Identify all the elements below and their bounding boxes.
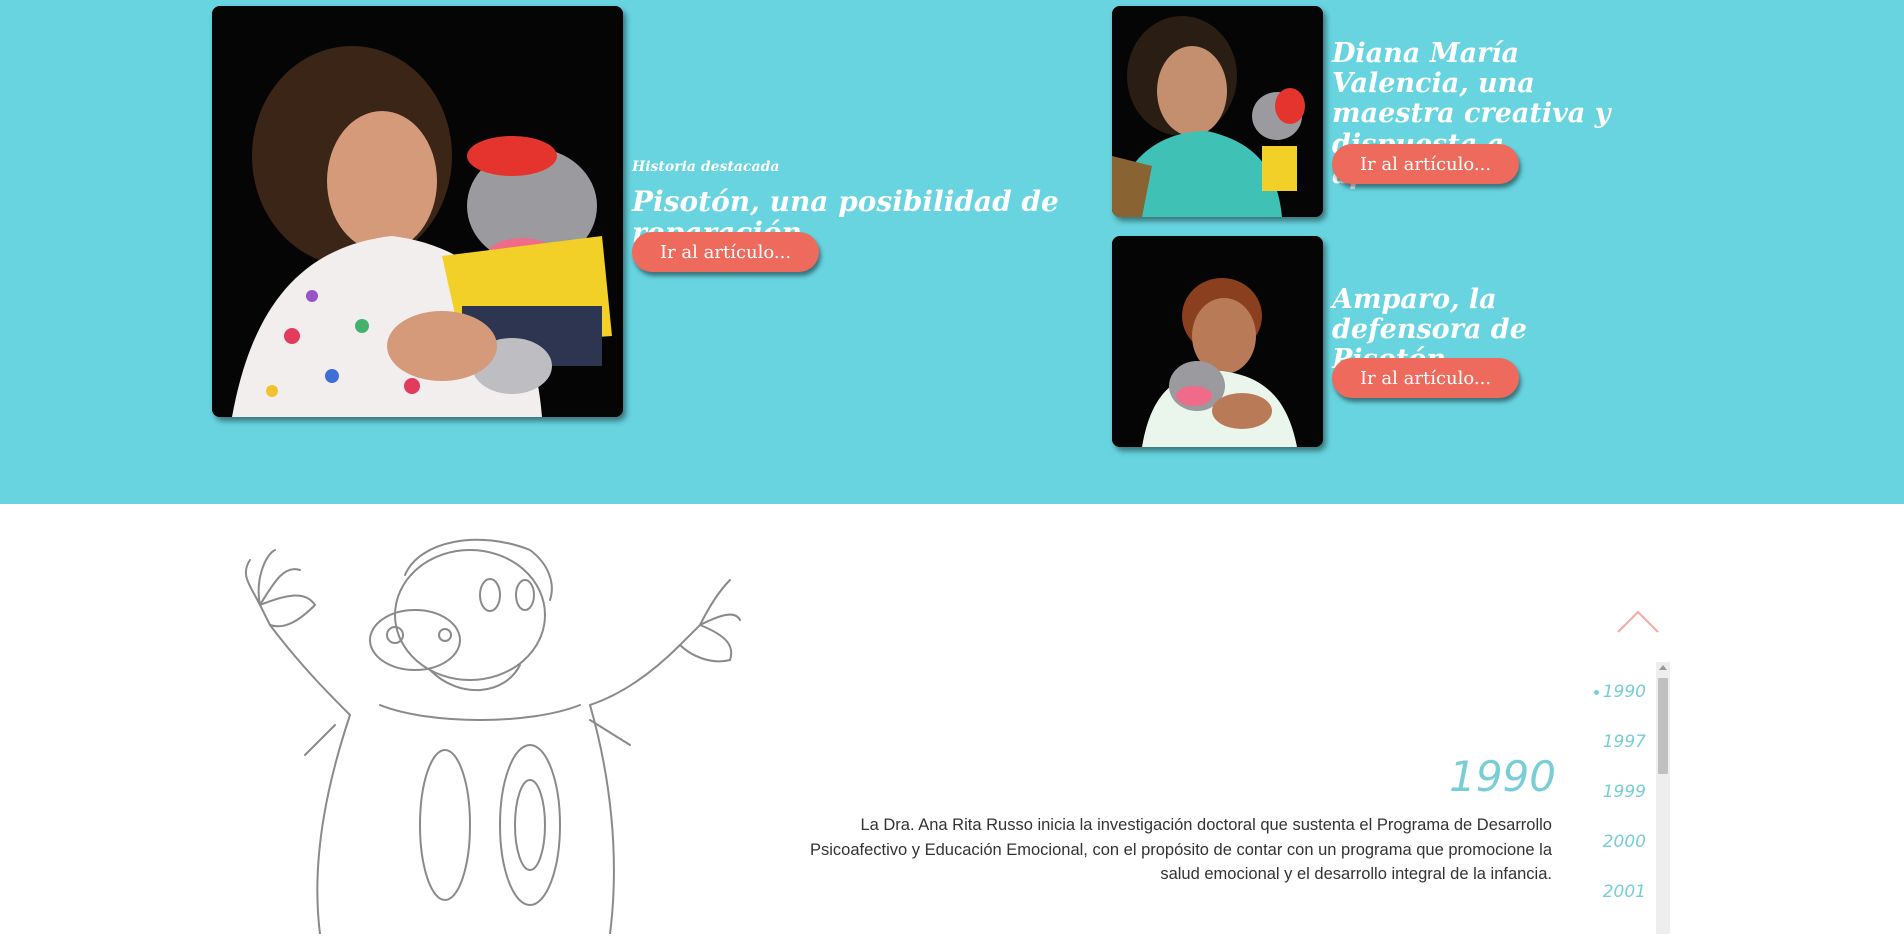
timeline-current-year: 1990 <box>1449 752 1556 801</box>
featured-photo[interactable] <box>212 6 623 417</box>
scroll-up-icon[interactable] <box>1659 665 1667 670</box>
timeline-year-1997[interactable]: 1997 <box>1603 732 1646 752</box>
scrollbar-thumb[interactable] <box>1658 678 1668 774</box>
timeline-year-list[interactable]: 1990 1997 1999 2000 2001 <box>1560 662 1670 934</box>
featured-kicker: Historia destacada <box>632 159 780 175</box>
timeline-year-1999[interactable]: 1999 <box>1603 782 1646 802</box>
timeline-year-2000[interactable]: 2000 <box>1603 832 1646 852</box>
story-1-read-button[interactable]: Ir al artículo... <box>1332 144 1520 184</box>
hero-section: Historia destacada Pisotón, una posibili… <box>0 0 1904 504</box>
active-dot-icon <box>1593 689 1599 695</box>
timeline-up-arrow-icon[interactable] <box>1616 610 1660 634</box>
pisoton-sketch-illustration <box>230 525 750 935</box>
featured-read-button[interactable]: Ir al artículo... <box>632 232 820 272</box>
story-2-read-button[interactable]: Ir al artículo... <box>1332 358 1520 398</box>
timeline-scrollbar[interactable] <box>1656 662 1670 934</box>
timeline-year-2001[interactable]: 2001 <box>1603 882 1646 902</box>
timeline-year-1990[interactable]: 1990 <box>1593 682 1646 702</box>
story-1-photo[interactable] <box>1112 6 1323 217</box>
story-2-photo[interactable] <box>1112 236 1323 447</box>
timeline-description: La Dra. Ana Rita Russo inicia la investi… <box>809 816 1552 883</box>
